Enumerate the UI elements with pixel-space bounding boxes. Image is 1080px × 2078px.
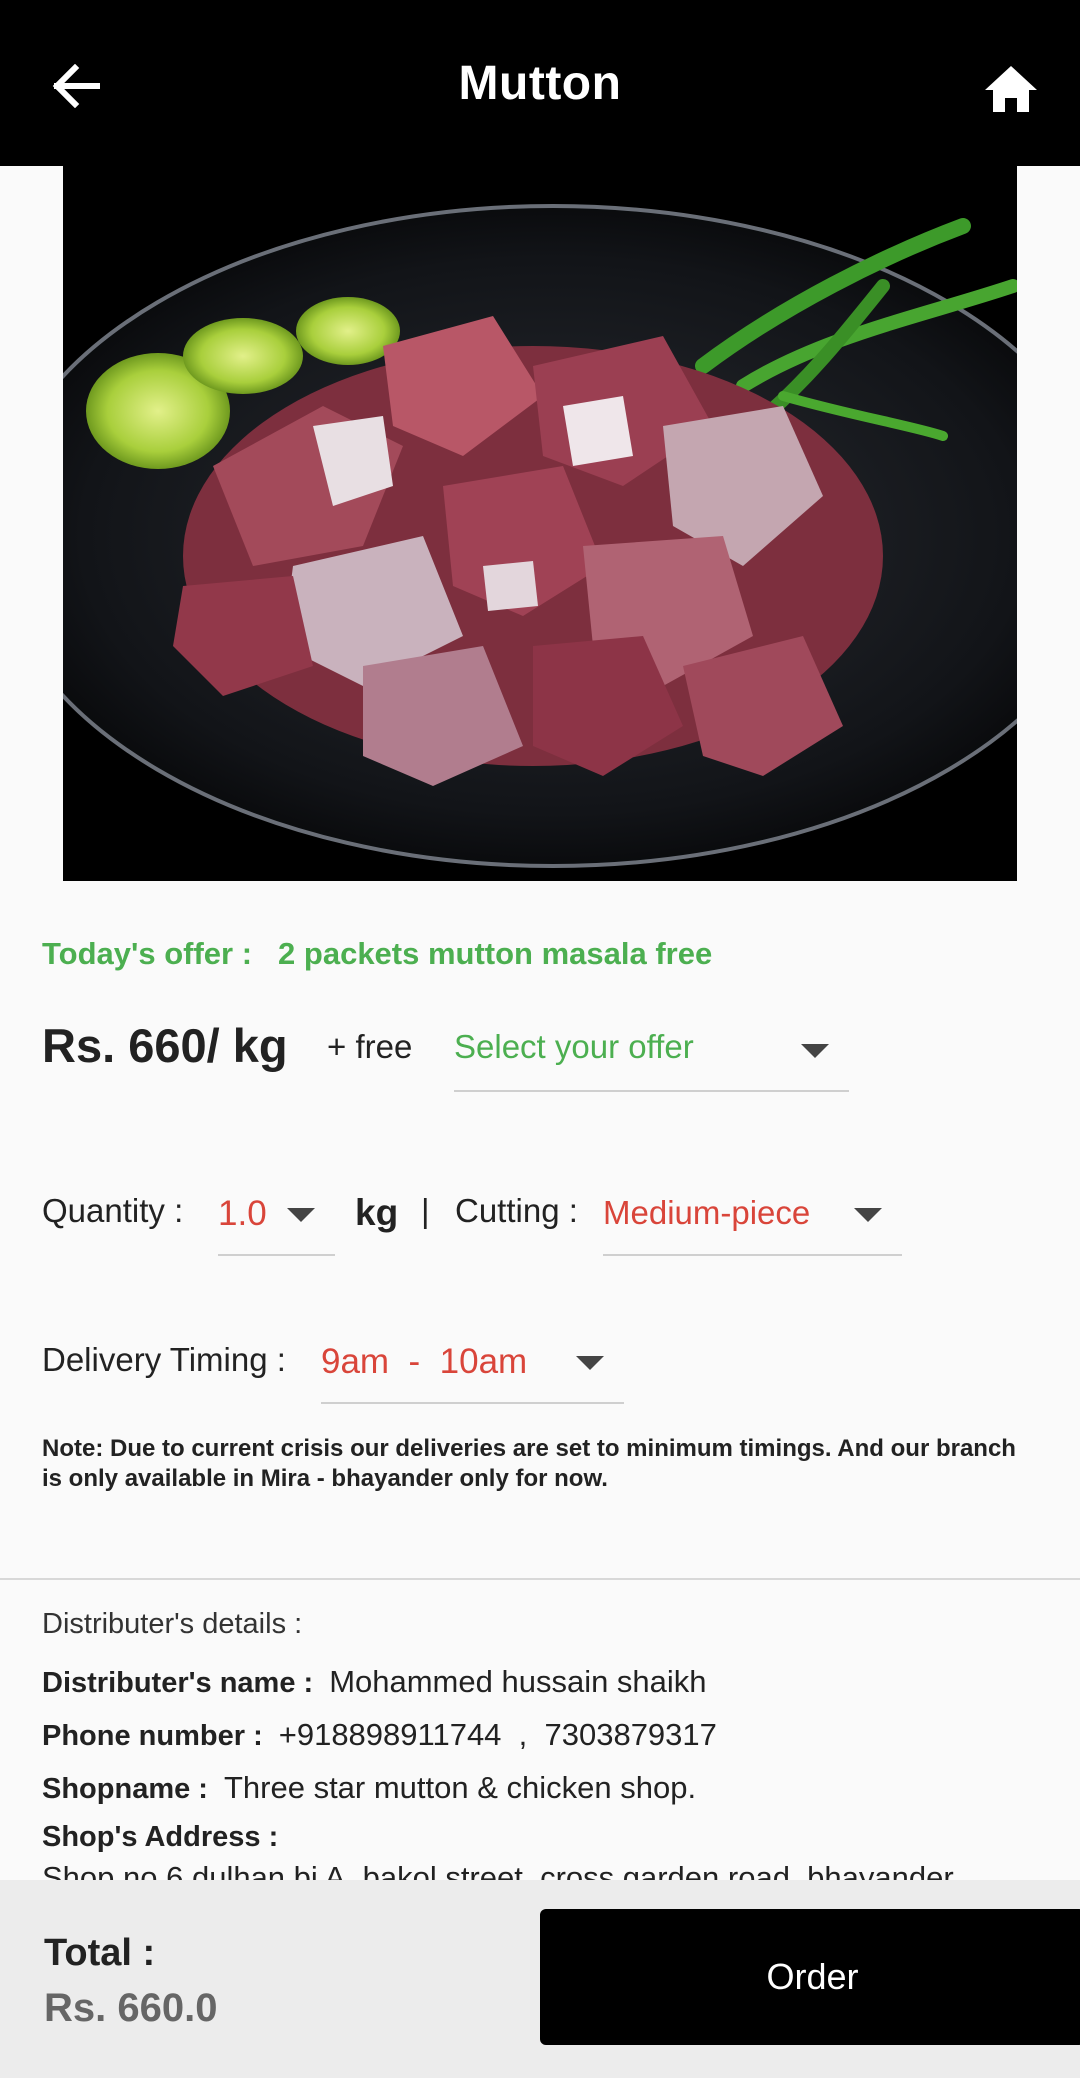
caret-down-icon	[854, 1208, 882, 1222]
quantity-dropdown[interactable]: 1.0	[218, 1184, 335, 1256]
total-label: Total :	[44, 1932, 156, 1974]
delivery-timing-value: 9am - 10am	[321, 1342, 528, 1381]
app-bar: Mutton	[0, 0, 1080, 166]
shopname-row: Shopname : Three star mutton & chicken sh…	[42, 1770, 696, 1806]
phone-label: Phone number :	[42, 1720, 263, 1752]
shopname-label: Shopname :	[42, 1773, 208, 1805]
caret-down-icon	[287, 1208, 315, 1222]
caret-down-icon	[576, 1356, 604, 1370]
distributor-heading: Distributer's details :	[42, 1608, 303, 1640]
mutton-photo	[63, 166, 1017, 881]
shop-address-label: Shop's Address :	[42, 1821, 279, 1853]
order-button[interactable]: Order	[540, 1909, 1080, 2045]
plus-free-label: + free	[327, 1028, 413, 1065]
delivery-timing-label: Delivery Timing :	[42, 1341, 286, 1378]
price: Rs. 660/ kg	[42, 1019, 288, 1072]
divider	[0, 1578, 1080, 1580]
unit-label: kg	[355, 1192, 399, 1233]
caret-down-icon	[801, 1044, 829, 1058]
offer-dropdown[interactable]: Select your offer	[454, 1018, 849, 1092]
offer-dropdown-value: Select your offer	[454, 1028, 694, 1065]
checkout-bar: Total : Rs. 660.0 Order	[0, 1880, 1080, 2078]
page-title: Mutton	[458, 57, 622, 110]
total-value: Rs. 660.0	[44, 1986, 218, 2030]
home-icon	[985, 66, 1037, 112]
delivery-note: Note: Due to current crisis our deliveri…	[42, 1435, 1016, 1492]
offer-label: Today's offer :	[42, 936, 253, 971]
delivery-timing-dropdown[interactable]: 9am - 10am	[321, 1332, 624, 1404]
product-image	[63, 166, 1017, 881]
offer-text: 2 packets mutton masala free	[278, 936, 713, 971]
home-button[interactable]	[976, 54, 1046, 124]
cutting-value: Medium-piece	[603, 1194, 811, 1231]
distributor-name-value: Mohammed hussain shaikh	[329, 1664, 707, 1699]
todays-offer: Today's offer : 2 packets mutton masala f…	[42, 936, 712, 972]
separator: |	[421, 1192, 430, 1229]
distributor-name-label: Distributer's name :	[42, 1667, 314, 1699]
quantity-value: 1.0	[218, 1194, 267, 1233]
quantity-label: Quantity :	[42, 1192, 184, 1229]
phone-row: Phone number : +918898911744 , 7303879317	[42, 1717, 717, 1753]
cutting-dropdown[interactable]: Medium-piece	[603, 1184, 902, 1256]
distributor-name-row: Distributer's name : Mohammed hussain sha…	[42, 1664, 707, 1700]
phone-value[interactable]: +918898911744 , 7303879317	[279, 1717, 717, 1752]
shopname-value: Three star mutton & chicken shop.	[223, 1770, 697, 1805]
cutting-label: Cutting :	[455, 1192, 578, 1229]
